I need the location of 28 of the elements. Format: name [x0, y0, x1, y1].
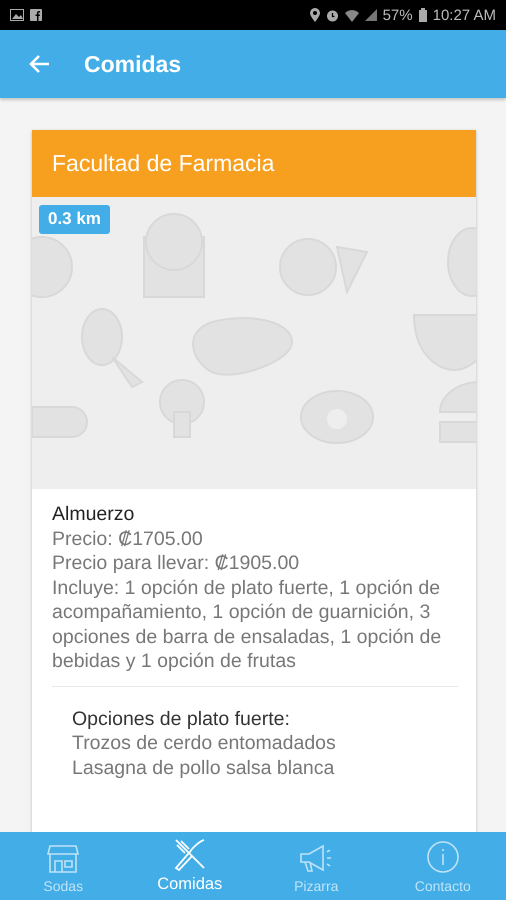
- meal-name: Almuerzo: [52, 502, 136, 526]
- card-header: Facultad de Farmacia: [32, 130, 476, 197]
- megaphone-icon: [299, 844, 334, 874]
- screen-title: Comidas: [84, 50, 182, 78]
- clock-time: 10:27 AM: [432, 6, 496, 24]
- signal-icon: [364, 9, 377, 21]
- options-heading: Opciones de plato fuerte:: [72, 706, 291, 731]
- alarm-icon: [326, 8, 339, 22]
- facebook-icon: [30, 9, 42, 21]
- nav-tab[interactable]: Contacto: [380, 832, 506, 900]
- back-arrow-icon: [28, 54, 50, 74]
- gallery-icon: [10, 9, 24, 21]
- location-icon: [310, 8, 320, 22]
- info-icon: [426, 840, 460, 874]
- nav-tab[interactable]: Pizarra: [253, 832, 380, 900]
- fork-and-knife-icon: [172, 837, 207, 871]
- meal-detail: Precio: ₡1705.00: [52, 526, 204, 551]
- battery-icon: [418, 8, 427, 22]
- wifi-icon: [344, 8, 359, 22]
- meal-detail: Incluye: 1 opción de plato fuerte, 1 opción de acompañamiento, 1 opción de guarnición, 3 opciones de barra de ensaladas, 1 opción de bebidas y 1 opción de frutas: [52, 576, 442, 674]
- dish-option: Trozos de cerdo entomadados: [72, 731, 458, 756]
- dish-option: Lasagna de pollo salsa blanca: [72, 756, 458, 780]
- battery-level: 57%: [382, 6, 413, 24]
- meal-detail: Precio para llevar: ₡1905.00: [52, 551, 300, 576]
- store-icon: [47, 844, 80, 874]
- nav-tab[interactable]: Comidas: [126, 832, 253, 900]
- nav-tab[interactable]: Sodas: [0, 832, 126, 900]
- distance-badge: 0.3 km: [39, 205, 110, 234]
